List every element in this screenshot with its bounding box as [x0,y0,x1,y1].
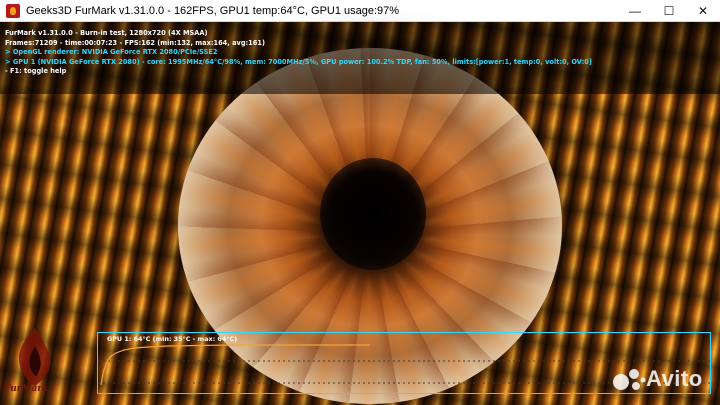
avito-watermark-text: Avito [646,366,703,391]
hud-help-line: - F1: toggle help [5,67,67,76]
close-button[interactable]: ✕ [686,0,720,22]
temperature-graph-label: GPU 1: 64°C (min: 35°C - max: 64°C) [107,335,238,343]
hud-title-line: FurMark v1.31.0.0 - Burn-in test, 1280x7… [5,29,208,37]
window-title: Geeks3D FurMark v1.31.0.0 - 162FPS, GPU1… [26,4,400,17]
temperature-graph-line [100,344,370,386]
furmark-logo-text: FurMark [4,384,49,394]
minimize-button[interactable]: — [618,0,652,22]
window-controls: — ☐ ✕ [618,0,720,22]
hud-overlay: FurMark v1.31.0.0 - Burn-in test, 1280x7… [5,29,592,77]
hud-gpu-line: > GPU 1 (NVIDIA GeForce RTX 2080) - core… [5,57,592,66]
maximize-button[interactable]: ☐ [652,0,686,22]
title-bar: Geeks3D FurMark v1.31.0.0 - 162FPS, GPU1… [0,0,720,22]
hud-renderer-line: > OpenGL renderer: NVIDIA GeForce RTX 20… [5,48,218,57]
fur-donut-center [320,158,426,270]
avito-watermark: Avito [612,366,703,392]
furmark-app-icon[interactable] [6,3,20,18]
hud-frames-line: Frames:71209 - time:00:07:23 - FPS:162 (… [5,38,265,47]
avito-dots-icon [613,369,646,390]
